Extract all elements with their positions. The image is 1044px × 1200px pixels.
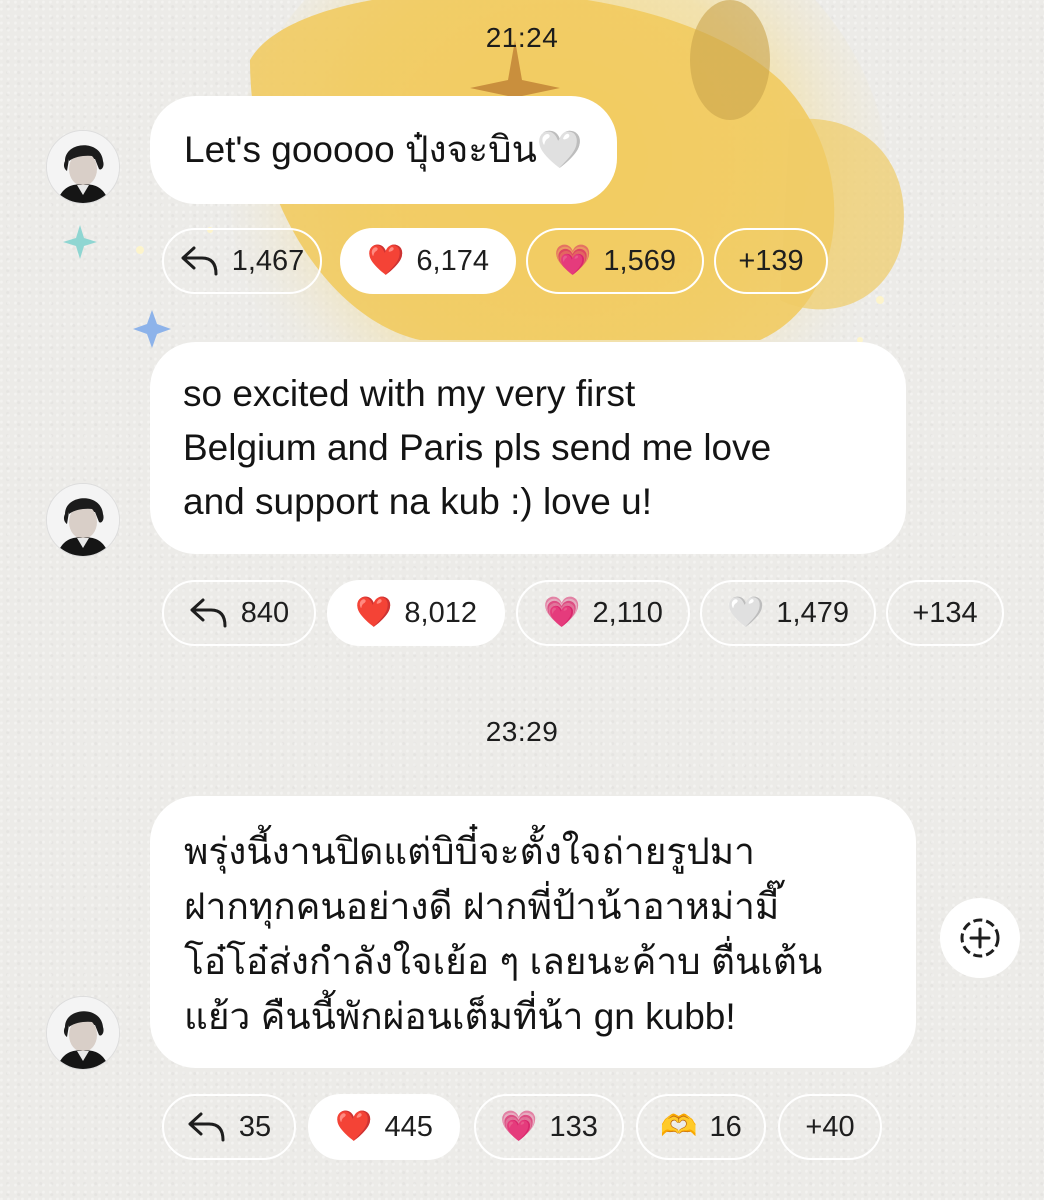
message-text-line: พรุ่งนี้งานปิดแต่บิบี๋จะตั้งใจถ่ายรูปมา <box>184 831 755 872</box>
reaction-count: 2,110 <box>592 596 663 629</box>
message-text-line: แย้ว คืนนี้พักผ่อนเต็มที่น้า gn kubb! <box>184 996 736 1037</box>
message-bubble[interactable]: so excited with my very first Belgium an… <box>150 342 906 554</box>
reaction-count: 1,569 <box>603 244 676 277</box>
reaction-red-heart[interactable]: ❤️ 6,174 <box>340 228 516 294</box>
more-reactions-button[interactable]: +139 <box>714 228 828 294</box>
reaction-count: 133 <box>549 1110 598 1143</box>
message-text: Let's gooooo ปุ๋งจะบิน🤍 <box>184 129 583 170</box>
timestamp: 23:29 <box>485 716 559 747</box>
reply-arrow-icon <box>190 598 227 628</box>
reply-count: 35 <box>238 1110 272 1143</box>
reaction-count: 1,479 <box>776 596 849 629</box>
reaction-pink-heart[interactable]: 💗 133 <box>474 1094 624 1160</box>
pink-heart-icon: 💗 <box>500 1109 538 1144</box>
reply-arrow-icon <box>181 246 218 276</box>
avatar[interactable] <box>46 996 120 1070</box>
timestamp: 21:24 <box>485 22 559 53</box>
message-text-line: and support na kub :) love u! <box>183 481 652 522</box>
reaction-pink-heart[interactable]: 💗 1,569 <box>526 228 704 294</box>
pink-heart-icon: 💗 <box>554 243 592 278</box>
red-heart-icon: ❤️ <box>355 595 393 630</box>
red-heart-icon: ❤️ <box>367 243 405 278</box>
reaction-count: 6,174 <box>416 244 489 277</box>
reply-count: 840 <box>240 596 290 629</box>
reaction-count: 445 <box>384 1110 433 1143</box>
heart-hands-icon: 🫶 <box>660 1109 698 1144</box>
profile-photo-icon <box>47 131 119 203</box>
more-reactions-count: +134 <box>912 596 978 629</box>
reply-arrow-icon <box>188 1112 225 1142</box>
profile-photo-icon <box>47 484 119 556</box>
profile-photo-icon <box>47 997 119 1069</box>
reaction-white-heart[interactable]: 🤍 1,479 <box>700 580 876 646</box>
message-text-line: Belgium and Paris pls send me love <box>183 427 772 468</box>
message-text-line: so excited with my very first <box>183 373 636 414</box>
more-reactions-button[interactable]: +40 <box>778 1094 882 1160</box>
reply-button[interactable]: 35 <box>162 1094 296 1160</box>
message-text-line: โอ๋โอ๋ส่งกำลังใจเย้อ ๆ เลยนะค้าบ ตื่นเต้… <box>184 941 823 982</box>
message-text-line: ฝากทุกคนอย่างดี ฝากพี่ป้าน้าอาหม่ามี๊ <box>184 886 780 927</box>
avatar[interactable] <box>46 130 120 204</box>
more-reactions-count: +139 <box>738 244 804 277</box>
red-heart-icon: ❤️ <box>335 1109 373 1144</box>
white-heart-icon: 🤍 <box>727 595 765 630</box>
message-bubble[interactable]: Let's gooooo ปุ๋งจะบิน🤍 <box>150 96 617 204</box>
reaction-red-heart[interactable]: ❤️ 8,012 <box>327 580 505 646</box>
reaction-count: 8,012 <box>404 596 477 629</box>
add-reaction-icon <box>960 918 1000 958</box>
more-reactions-count: +40 <box>805 1110 855 1143</box>
reaction-red-heart[interactable]: ❤️ 445 <box>308 1094 460 1160</box>
reply-count: 1,467 <box>231 244 305 277</box>
add-reaction-button[interactable] <box>940 898 1020 978</box>
reaction-heart-hands[interactable]: 🫶 16 <box>636 1094 766 1160</box>
pink-heart-icon: 💗 <box>543 595 581 630</box>
more-reactions-button[interactable]: +134 <box>886 580 1004 646</box>
reply-button[interactable]: 840 <box>162 580 316 646</box>
reaction-count: 16 <box>709 1110 742 1143</box>
reply-button[interactable]: 1,467 <box>162 228 322 294</box>
reaction-pink-heart[interactable]: 💗 2,110 <box>516 580 690 646</box>
message-bubble[interactable]: พรุ่งนี้งานปิดแต่บิบี๋จะตั้งใจถ่ายรูปมา … <box>150 796 916 1068</box>
avatar[interactable] <box>46 483 120 557</box>
